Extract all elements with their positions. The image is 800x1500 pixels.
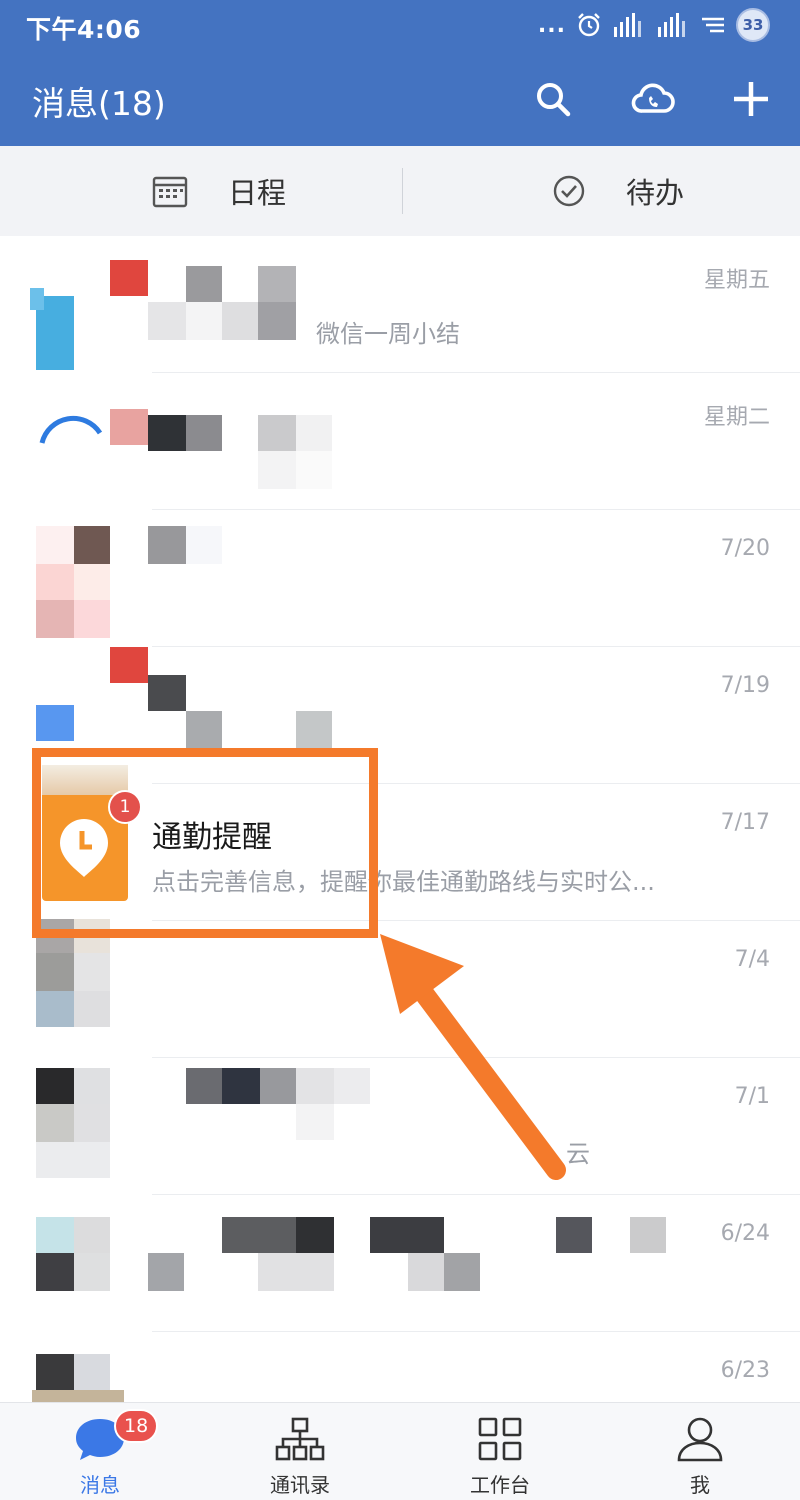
conversation-preview: 点击完善信息，提醒你最佳通勤路线与实时公... xyxy=(152,868,655,896)
avatar xyxy=(36,1068,128,1178)
conversation-row[interactable]: 微信一周小结 星期五 xyxy=(0,236,800,373)
logo-arc-icon xyxy=(39,415,103,444)
pixelated-name xyxy=(148,1217,668,1291)
nav-messages[interactable]: 18 消息 xyxy=(0,1403,200,1500)
pixelated-name xyxy=(148,675,338,749)
quick-tabs: 日程 待办 xyxy=(0,146,800,236)
app-header: 消息(18) xyxy=(0,52,800,146)
nav-workbench[interactable]: 工作台 xyxy=(400,1403,600,1500)
nav-label: 消息 xyxy=(80,1473,120,1497)
page-title: 消息(18) xyxy=(32,84,166,123)
conversation-name: 通勤提醒 xyxy=(152,820,272,855)
conversation-time: 6/23 xyxy=(720,1358,770,1383)
commute-avatar xyxy=(42,765,128,901)
plus-icon xyxy=(734,82,768,116)
cloud-phone-icon xyxy=(631,83,675,113)
pointer-arrow xyxy=(380,934,566,1180)
pixelated-name xyxy=(186,1068,376,1142)
conversation-time: 7/1 xyxy=(734,1084,770,1109)
todo-label: 待办 xyxy=(626,176,685,210)
conversation-time: 星期五 xyxy=(703,268,770,293)
nav-label: 我 xyxy=(690,1473,710,1497)
conversation-row[interactable]: 7/19 xyxy=(0,647,800,784)
person-icon xyxy=(674,1415,726,1463)
pixelated-name xyxy=(148,415,408,489)
add-button[interactable] xyxy=(726,74,776,124)
avatar xyxy=(36,403,148,495)
conversation-time: 7/20 xyxy=(720,536,770,561)
status-time: 下午4:06 xyxy=(26,15,142,44)
schedule-tab[interactable]: 日程 xyxy=(152,146,286,236)
schedule-label: 日程 xyxy=(228,176,287,210)
quick-divider xyxy=(402,168,403,214)
unread-badge: 1 xyxy=(108,790,142,824)
conversation-time: 7/19 xyxy=(720,673,770,698)
search-button[interactable] xyxy=(528,74,578,124)
pixelated-name xyxy=(148,526,298,564)
conversation-row[interactable]: 星期二 xyxy=(0,373,800,510)
avatar xyxy=(36,1217,128,1309)
avatar xyxy=(36,526,128,638)
nav-me[interactable]: 我 xyxy=(600,1403,800,1500)
battery-badge: 33 xyxy=(736,8,770,42)
calendar-icon xyxy=(152,176,188,208)
nav-label: 工作台 xyxy=(470,1473,530,1497)
conversation-time: 6/24 xyxy=(720,1221,770,1246)
conversation-time: 星期二 xyxy=(703,405,770,430)
nav-message-badge: 18 xyxy=(114,1409,159,1443)
cloud-phone-button[interactable] xyxy=(628,74,678,124)
conversation-preview: 微信一周小结 xyxy=(316,320,460,348)
conversation-row[interactable]: 6/24 xyxy=(0,1195,800,1332)
more-dots-icon: ... xyxy=(537,12,566,38)
avatar xyxy=(36,647,148,769)
conversation-time: 7/17 xyxy=(720,810,770,835)
status-icons: ... 33 xyxy=(538,8,770,42)
avatar xyxy=(30,260,148,370)
nav-label: 通讯录 xyxy=(270,1473,330,1497)
avatar xyxy=(36,919,128,1027)
bottom-nav: 18 消息 通讯录 工作台 我 xyxy=(0,1402,800,1500)
pixelated-name xyxy=(148,266,298,340)
conversation-row[interactable]: 7/20 xyxy=(0,510,800,647)
grid-icon xyxy=(474,1415,526,1463)
org-chart-icon xyxy=(274,1415,326,1463)
signal-2-icon xyxy=(658,13,685,37)
alarm-icon xyxy=(578,13,600,37)
clock-pin-icon xyxy=(60,819,108,877)
check-circle-icon xyxy=(553,175,585,207)
signal-icon xyxy=(614,13,641,37)
todo-tab[interactable]: 待办 xyxy=(552,146,684,236)
conversation-time: 7/4 xyxy=(734,947,770,972)
search-icon xyxy=(537,83,571,117)
status-bar: 下午4:06 ... 33 xyxy=(0,0,800,52)
wifi-icon xyxy=(702,17,724,33)
nav-contacts[interactable]: 通讯录 xyxy=(200,1403,400,1500)
